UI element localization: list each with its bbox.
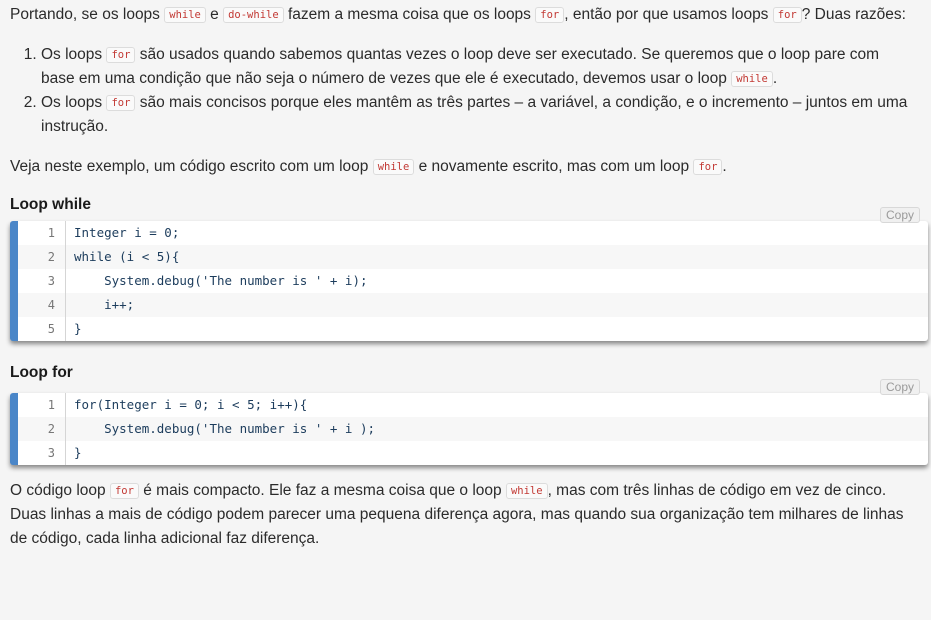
line-number: 4	[18, 293, 66, 317]
code-container: 1 Integer i = 0; 2 while (i < 5){ 3 System…	[10, 221, 928, 341]
inline-code: for	[535, 7, 565, 23]
inline-code: for	[772, 7, 802, 23]
inline-code: do-while	[223, 7, 284, 23]
text: Os loops	[41, 46, 107, 63]
code-text: System.debug('The number is ' + i );	[74, 421, 376, 436]
code-line: 3 System.debug('The number is ' + i);	[18, 269, 928, 293]
while-code-block: Copy 1 Integer i = 0; 2 while (i < 5){ 3 S…	[10, 207, 928, 341]
while-heading: Loop while	[10, 196, 91, 213]
code-line: 2 while (i < 5){	[18, 245, 928, 269]
text: .	[772, 70, 778, 87]
text: são mais concisos porque eles mantêm as …	[41, 94, 908, 135]
text: , então por que usamos loops	[564, 6, 773, 23]
code-text: }	[74, 321, 82, 336]
line-number: 1	[18, 221, 66, 245]
text: .	[722, 158, 727, 175]
list-item: Os loops for são usados quando sabemos q…	[41, 43, 915, 91]
code-text: Integer i = 0;	[74, 225, 180, 240]
line-number: 1	[18, 393, 66, 417]
text: Portando, se os loops	[10, 6, 165, 23]
inline-code: while	[372, 159, 415, 175]
code-line: 1 Integer i = 0;	[18, 221, 928, 245]
code-container: 1 for(Integer i = 0; i < 5; i++){ 2 Syste…	[10, 393, 928, 465]
line-number: 2	[18, 417, 66, 441]
inline-code: for	[109, 483, 139, 499]
code-line: 5}	[18, 317, 928, 341]
inline-code: for	[106, 95, 136, 111]
line-number: 3	[18, 269, 66, 293]
article-content: Portando, se os loops while e do-while f…	[10, 3, 928, 551]
code-line: 4 i++;	[18, 293, 928, 317]
code-line: 2 System.debug('The number is ' + i );	[18, 417, 928, 441]
code-text: System.debug('The number is ' + i);	[74, 273, 368, 288]
text: O código loop	[10, 482, 110, 499]
for-heading: Loop for	[10, 364, 73, 381]
inline-code: while	[164, 7, 206, 23]
line-number: 5	[18, 317, 66, 341]
line-number: 2	[18, 245, 66, 269]
text: Veja neste exemplo, um código escrito co…	[10, 158, 373, 175]
text: e novamente escrito, mas com um loop	[414, 158, 694, 175]
inline-code: while	[731, 71, 773, 87]
code-text: i++;	[74, 297, 135, 312]
text: ? Duas razões:	[801, 6, 906, 23]
text: Os loops	[41, 94, 107, 111]
for-code-block: Copy 1 for(Integer i = 0; i < 5; i++){ 2 …	[10, 379, 928, 465]
code-text: for(Integer i = 0; i < 5; i++){	[74, 397, 308, 412]
inline-code: for	[106, 47, 136, 63]
inline-code: while	[505, 483, 548, 499]
text: é mais compacto. Ele faz a mesma coisa q…	[138, 482, 506, 499]
conclusion-paragraph: O código loop for é mais compacto. Ele f…	[10, 479, 915, 551]
copy-button[interactable]: Copy	[879, 207, 920, 223]
reasons-list: Os loops for são usados quando sabemos q…	[10, 43, 915, 139]
code-text: while (i < 5){	[74, 249, 180, 264]
code-line: 1 for(Integer i = 0; i < 5; i++){	[18, 393, 928, 417]
line-number: 3	[18, 441, 66, 465]
text: fazem a mesma coisa que os loops	[283, 6, 536, 23]
copy-button[interactable]: Copy	[879, 379, 920, 395]
example-paragraph: Veja neste exemplo, um código escrito co…	[10, 155, 915, 179]
code-text: }	[74, 445, 82, 460]
inline-code: for	[693, 159, 723, 175]
code-line: 3}	[18, 441, 928, 465]
intro-paragraph: Portando, se os loops while e do-while f…	[10, 3, 915, 27]
text: e	[205, 6, 224, 23]
list-item: Os loops for são mais concisos porque el…	[41, 91, 915, 139]
